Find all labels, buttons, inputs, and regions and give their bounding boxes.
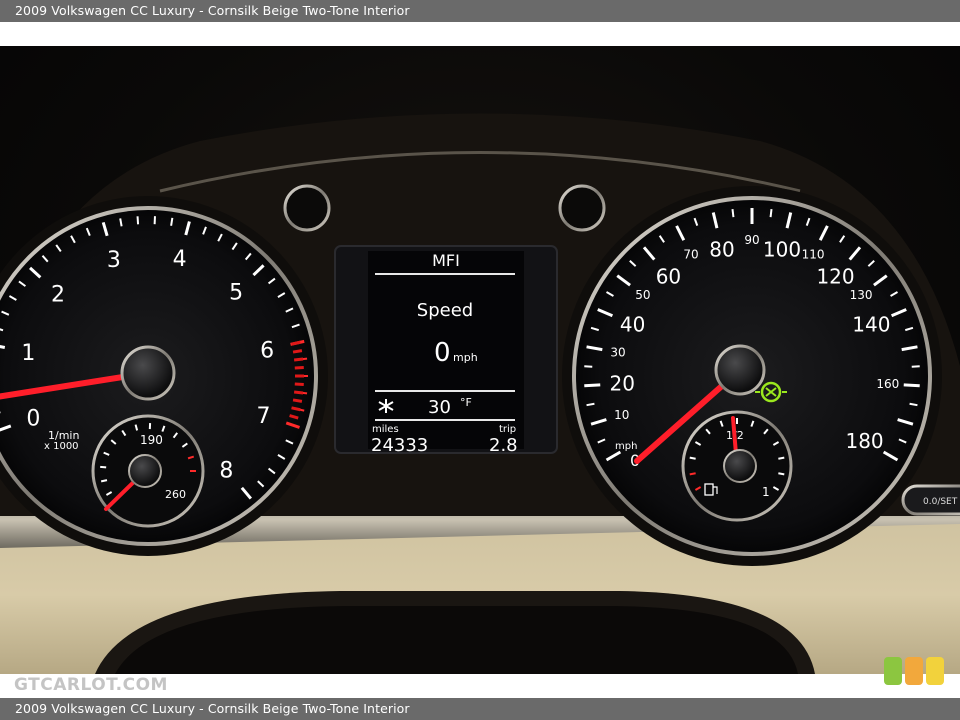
tach-redline-mark [293,357,304,362]
temp-label-260: 260 [165,488,186,501]
speed-tick [731,209,735,218]
logo-square-orange [905,657,923,685]
temp-label-190: 190 [140,433,163,447]
speed-tick [584,383,601,388]
caption-text: 2009 Volkswagen CC Luxury - Cornsilk Bei… [15,701,410,716]
trip-reset-label: 0.0/SET [923,497,958,507]
speed-minor-label: 70 [683,247,698,261]
instrument-cluster-photo: 012345678 1/min x 1000 190 260 20 40 60 80 1… [0,46,960,674]
tach-label: 6 [260,339,274,364]
tach-redline-mark [293,390,304,395]
speed-minor-label: 110 [802,247,825,261]
speed-major-label: 60 [656,264,681,288]
fuel-tick [778,456,785,460]
tach-label: 2 [51,283,65,308]
speed-tick [909,402,918,407]
indicator-ring-right [558,184,606,232]
mfi-odometer-label: miles [372,424,399,435]
watermark-logo [884,657,946,689]
mfi-mode: Speed [417,300,473,321]
mfi-odometer-value: 24333 [371,435,428,456]
mfi-outside-temp: 30 [428,397,451,418]
speed-minor-label: 50 [635,288,650,302]
mfi-speed-unit: mph [453,351,478,364]
caption-bar-bottom: 2009 Volkswagen CC Luxury - Cornsilk Bei… [0,698,960,720]
temp-tick [100,479,108,483]
tach-tick [119,218,123,227]
speed-tick [903,383,920,388]
mfi-speed-value: 0 [434,338,451,368]
mfi-display: MFI Speed 0 mph 30 °F miles 24333 trip 2… [368,251,524,456]
tach-label: 1 [21,341,35,366]
tach-redline-mark [291,406,301,412]
fuel-tick [689,472,696,476]
speed-major-label: 140 [852,313,890,337]
speed-minor-label: 130 [850,288,873,302]
tach-redline-mark [292,398,303,403]
speed-minor-label: 90 [744,233,759,247]
tachometer-hub [120,345,176,401]
indicator-ring-left [283,184,331,232]
mfi-temp-unit: °F [460,396,472,409]
tachometer: 0123 45678 1/min x 1000 190 260 [0,206,318,546]
cluster-drawing: 0123 45678 1/min x 1000 190 260 20406080 1… [0,113,960,674]
temp-tick [100,465,107,469]
speedometer: 20406080 1001201401801030507090110130160 … [572,196,932,556]
tach-redline-mark [292,349,303,354]
watermark-text: GTCARLOT.COM [14,675,168,695]
speed-major-label: 180 [845,429,883,453]
tach-tick [136,216,140,225]
caption-text: 2009 Volkswagen CC Luxury - Cornsilk Bei… [15,3,410,18]
caption-bar-top: 2009 Volkswagen CC Luxury - Cornsilk Bei… [0,0,960,22]
tach-label: 0 [26,407,40,432]
tach-unit-line2: x 1000 [44,441,79,452]
mfi-trip-label: trip [499,424,516,435]
speed-major-label: 120 [816,264,854,288]
speed-major-label: 80 [709,238,734,262]
fuel-tick [778,472,785,476]
tach-redline-mark [291,340,301,346]
speed-minor-label: 160 [876,377,899,391]
speed-tick [769,209,773,218]
tach-label: 7 [257,404,271,429]
speed-minor-label: 10 [614,408,629,422]
speed-tick [586,402,595,407]
tach-label: 5 [229,281,243,306]
logo-square-green [884,657,902,685]
tach-tick [170,217,174,226]
speed-major-label: 20 [609,372,634,396]
tach-label: 3 [107,248,121,273]
speed-major-label: 40 [620,313,645,337]
logo-square-yellow [926,657,944,685]
speedometer-hub [714,344,766,396]
speed-minor-label: 30 [610,345,625,359]
speed-major-label: 100 [763,238,801,262]
trip-reset-button: 0.0/SET [901,484,960,516]
fuel-tick [689,456,696,460]
fuel-label-full: 1 [762,485,770,499]
mfi-title: MFI [432,251,460,270]
mfi-trip-value: 2.8 [489,435,518,456]
tach-label: 4 [173,247,187,272]
tach-label: 8 [219,458,233,483]
